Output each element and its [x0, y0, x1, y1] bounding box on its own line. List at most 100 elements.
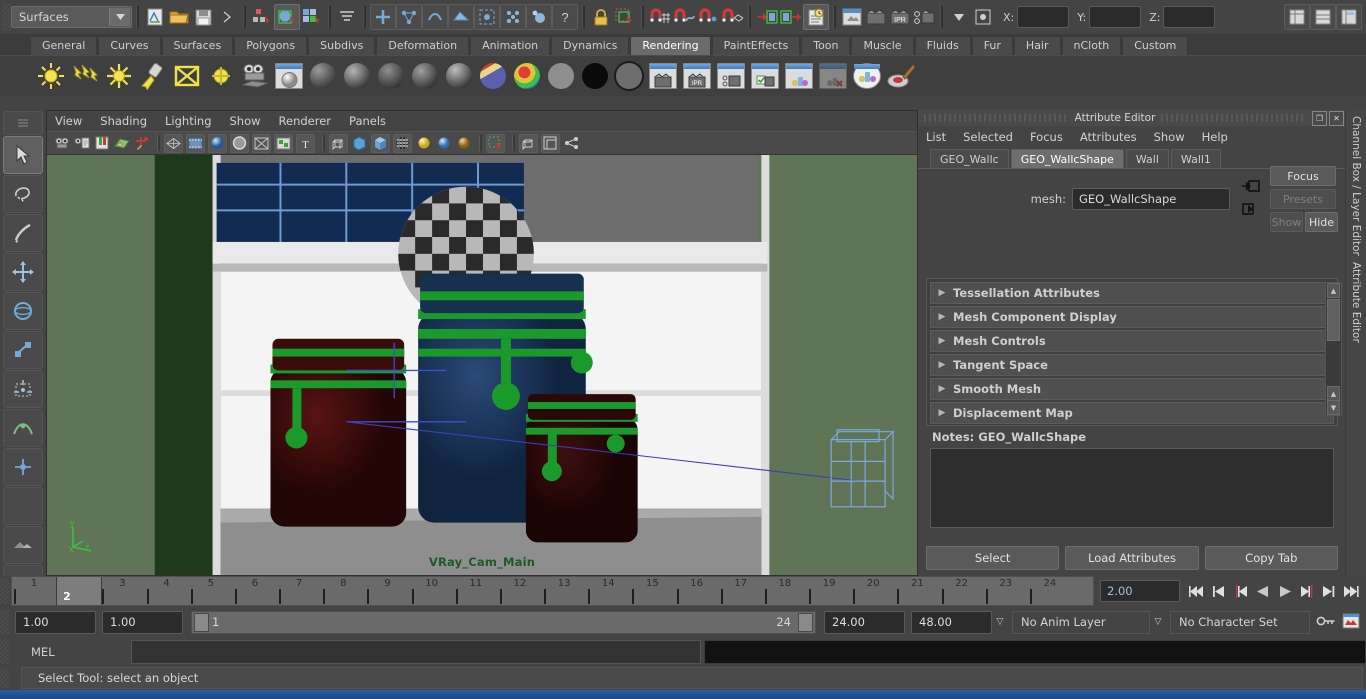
exposure-icon[interactable]	[252, 133, 271, 153]
range-slider-grip[interactable]	[0, 610, 9, 634]
render-current-frame-icon[interactable]	[864, 5, 888, 29]
attribute-editor-toggle-icon[interactable]	[1336, 4, 1362, 30]
phong-e-material-icon[interactable]	[410, 61, 440, 91]
image-plane-icon[interactable]	[113, 135, 130, 152]
help-icon[interactable]: ?	[552, 4, 578, 30]
shelf-tab-hair[interactable]: Hair	[1013, 35, 1061, 55]
blinn-material-icon[interactable]	[342, 61, 372, 91]
playback-start-field[interactable]: 1.00	[102, 610, 183, 634]
save-scene-icon[interactable]	[191, 5, 215, 29]
menu-set-selector[interactable]: Surfaces	[11, 6, 132, 28]
ae-menu-attributes[interactable]: Attributes	[1080, 130, 1137, 144]
viewport-menu-panels[interactable]: Panels	[349, 114, 386, 128]
scale-tool[interactable]	[3, 331, 43, 369]
go-to-start-button[interactable]	[1186, 580, 1208, 602]
smooth-shading-icon[interactable]	[351, 135, 368, 152]
play-forwards-button[interactable]	[1274, 580, 1296, 602]
select-camera-icon[interactable]	[53, 135, 70, 152]
shelf-tab-animation[interactable]: Animation	[470, 35, 551, 55]
scrollbar-thumb[interactable]	[1327, 299, 1340, 341]
shelf-tab-toon[interactable]: Toon	[801, 35, 851, 55]
last-tool-used[interactable]	[3, 487, 43, 525]
scroll-up-arrow-2[interactable]: ▲	[1327, 386, 1340, 401]
shelf-tab-general[interactable]: General	[30, 35, 98, 55]
ipr-render-icon[interactable]: IPR	[682, 61, 712, 91]
previous-node-icon[interactable]	[1242, 179, 1260, 196]
wireframe-shading-icon[interactable]	[329, 133, 348, 153]
two-d-pan-zoom-icon[interactable]	[133, 135, 150, 152]
select-handle-icon[interactable]	[474, 4, 500, 30]
attribute-section-row[interactable]: ▶ Mesh Controls	[930, 330, 1334, 352]
snap-to-plane-icon[interactable]	[720, 5, 744, 29]
lambert-material-icon[interactable]	[308, 61, 338, 91]
ae-menu-help[interactable]: Help	[1202, 130, 1228, 144]
script-language-label[interactable]: MEL	[9, 645, 131, 659]
shelf-tab-curves[interactable]: Curves	[98, 35, 161, 55]
grid-toggle-icon[interactable]	[164, 133, 183, 153]
attribute-editor-rail-label[interactable]: Attribute Editor	[1350, 262, 1362, 343]
phong-material-icon[interactable]	[376, 61, 406, 91]
auto-keyframe-icon[interactable]	[1316, 614, 1336, 631]
ae-tab-geo_wallc[interactable]: GEO_Wallc	[930, 149, 1009, 168]
viewport-menu-view[interactable]: View	[55, 114, 82, 128]
select-vertex-icon[interactable]	[370, 4, 396, 30]
select-by-hierarchy-icon[interactable]	[250, 5, 274, 29]
range-end-handle[interactable]	[798, 612, 813, 632]
focus-button[interactable]: Focus	[1270, 166, 1336, 186]
timeline-current-frame-marker[interactable]: 2	[56, 577, 103, 605]
animation-start-field[interactable]: 1.00	[15, 610, 96, 634]
text-display-icon[interactable]: T	[296, 133, 315, 153]
coord-z-field[interactable]	[1163, 6, 1216, 28]
chevron-down-icon[interactable]	[947, 5, 971, 29]
scroll-up-arrow[interactable]: ▲	[1327, 283, 1340, 298]
range-start-handle[interactable]	[194, 612, 209, 632]
qwerty-handle[interactable]	[3, 111, 43, 135]
camera-attributes-icon[interactable]	[73, 135, 90, 152]
animation-end-field[interactable]: 48.00	[911, 610, 992, 634]
layer-editor-toggle-icon[interactable]	[1310, 4, 1336, 30]
ambient-occlusion-icon[interactable]	[563, 135, 580, 152]
film-gate-icon[interactable]	[186, 133, 205, 153]
surface-shader-icon[interactable]	[512, 61, 542, 91]
lock-icon[interactable]	[589, 5, 613, 29]
shelf-tab-surfaces[interactable]: Surfaces	[161, 35, 234, 55]
shelf-tab-rendering[interactable]: Rendering	[630, 35, 711, 55]
ae-menu-list[interactable]: List	[926, 130, 946, 144]
isolate-select-icon[interactable]	[486, 133, 505, 153]
ramp-shader-icon[interactable]	[478, 61, 508, 91]
directional-light-icon[interactable]	[70, 61, 100, 91]
ae-tab-wall1[interactable]: Wall1	[1170, 149, 1221, 168]
shelf-tab-subdivs[interactable]: Subdivs	[308, 35, 376, 55]
shelf-tab-fluids[interactable]: Fluids	[914, 35, 971, 55]
animation-preferences-icon[interactable]	[1342, 613, 1360, 632]
ipr-render-icon[interactable]: IPR	[888, 5, 912, 29]
help-line-grip[interactable]	[0, 668, 9, 688]
attribute-section-row[interactable]: ▶ Mesh Component Display	[930, 306, 1334, 328]
copy-tab-button[interactable]: Copy Tab	[1204, 546, 1338, 570]
character-set-selector[interactable]: No Character Set	[1170, 610, 1310, 634]
use-background-icon[interactable]	[546, 61, 576, 91]
select-by-component-icon[interactable]	[300, 5, 324, 29]
presets-button[interactable]: Presets	[1270, 189, 1336, 209]
coord-y-field[interactable]	[1089, 6, 1142, 28]
viewport-menu-shading[interactable]: Shading	[100, 114, 147, 128]
load-attributes-button[interactable]: Load Attributes	[1065, 546, 1199, 570]
component-mask-icon[interactable]	[335, 5, 359, 29]
render-layers-icon[interactable]	[784, 61, 814, 91]
select-tool[interactable]	[3, 136, 43, 174]
snap-to-point-icon[interactable]	[696, 5, 720, 29]
select-uv-icon[interactable]	[448, 4, 474, 30]
character-set-chevron-icon[interactable]: ▽	[1150, 617, 1166, 627]
undock-icon[interactable]: ❐	[1312, 110, 1327, 126]
use-default-light-icon[interactable]	[415, 135, 432, 152]
shelf-tab-painteffects[interactable]: PaintEffects	[711, 35, 801, 55]
layered-shader-icon[interactable]	[614, 61, 644, 91]
current-frame-field[interactable]: 2.00	[1100, 580, 1180, 602]
render-current-frame-icon[interactable]	[648, 61, 678, 91]
shelf-tab-ncloth[interactable]: nCloth	[1061, 35, 1122, 55]
hide-button[interactable]: Hide	[1305, 212, 1338, 232]
attribute-section-row[interactable]: ▶ Displacement Map	[930, 402, 1334, 424]
ae-tab-wall[interactable]: Wall	[1125, 149, 1169, 168]
spot-light-icon[interactable]	[138, 61, 168, 91]
show-manipulator-tool[interactable]	[3, 448, 43, 486]
